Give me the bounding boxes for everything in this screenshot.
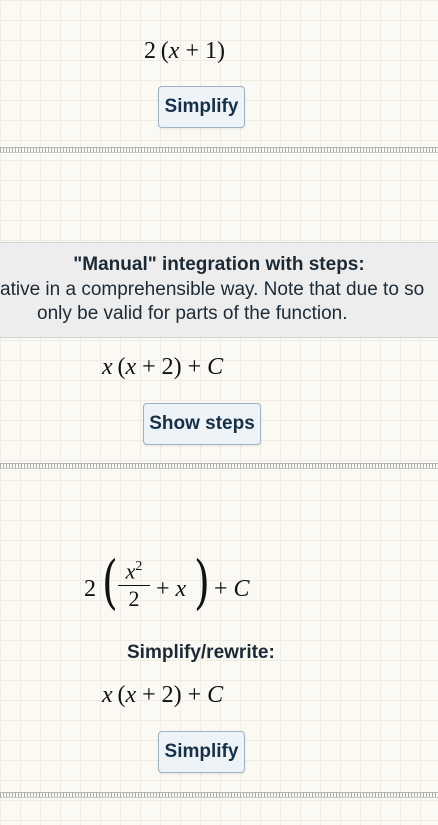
banner-text-line-2: only be valid for parts of the function. bbox=[37, 303, 348, 324]
simplify-button[interactable]: Simplify bbox=[158, 86, 245, 128]
simplify-button-2[interactable]: Simplify bbox=[158, 731, 245, 773]
banner-title: "Manual" integration with steps: bbox=[73, 254, 365, 275]
simplify-rewrite-label: Simplify/rewrite: bbox=[127, 642, 275, 663]
banner-text-line-1: ative in a comprehensible way. Note that… bbox=[0, 279, 425, 300]
expression-2-x-plus-1: 2 (x + 1) bbox=[144, 38, 225, 64]
section-divider bbox=[0, 463, 438, 469]
rewritten-expression: x (x + 2) + C bbox=[102, 682, 224, 708]
section-divider bbox=[0, 792, 438, 798]
section-divider bbox=[0, 147, 438, 153]
show-steps-button[interactable]: Show steps bbox=[143, 403, 261, 445]
integration-result: x (x + 2) + C bbox=[102, 354, 224, 380]
